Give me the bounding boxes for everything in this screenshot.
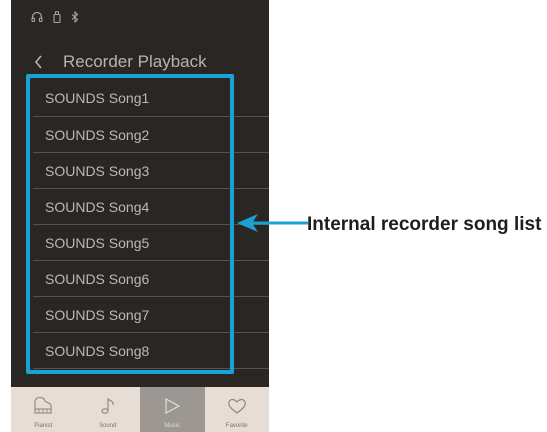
headphones-icon: [31, 10, 43, 28]
song-list-item[interactable]: SOUNDS Song5: [33, 224, 269, 260]
piano-icon: [32, 396, 54, 420]
bluetooth-icon: [71, 10, 79, 28]
song-list-item[interactable]: SOUNDS Song8: [33, 332, 269, 368]
song-list: SOUNDS Song1 SOUNDS Song2 SOUNDS Song3 S…: [33, 80, 269, 404]
annotation-label: Internal recorder song list: [307, 214, 542, 235]
callout-arrow: [236, 212, 316, 234]
tab-bar: Pianist Sound Music Favorite: [11, 387, 269, 432]
song-list-item[interactable]: SOUNDS Song1: [33, 80, 269, 116]
music-note-icon: [97, 397, 119, 420]
status-bar: [31, 10, 79, 28]
tab-label: Pianist: [34, 423, 53, 429]
song-list-item[interactable]: SOUNDS Song2: [33, 116, 269, 152]
back-button[interactable]: [29, 52, 53, 72]
header: Recorder Playback: [11, 44, 269, 80]
heart-icon: [226, 397, 248, 420]
tab-label: Favorite: [225, 423, 248, 429]
chevron-left-icon: [29, 55, 49, 76]
tab-label: Sound: [99, 423, 117, 429]
usb-memory-icon: [53, 10, 61, 28]
song-list-item[interactable]: SOUNDS Song3: [33, 152, 269, 188]
song-list-item[interactable]: SOUNDS Song6: [33, 260, 269, 296]
tab-sound[interactable]: Sound: [76, 387, 141, 432]
tab-favorite[interactable]: Favorite: [205, 387, 270, 432]
app-screen: Recorder Playback SOUNDS Song1 SOUNDS So…: [11, 0, 269, 432]
tab-pianist[interactable]: Pianist: [11, 387, 76, 432]
play-icon: [161, 397, 183, 420]
tab-label: Music: [164, 423, 181, 429]
page-title: Recorder Playback: [63, 52, 207, 71]
song-list-item[interactable]: SOUNDS Song7: [33, 296, 269, 332]
tab-music[interactable]: Music: [140, 387, 205, 432]
song-list-item[interactable]: SOUNDS Song4: [33, 188, 269, 224]
